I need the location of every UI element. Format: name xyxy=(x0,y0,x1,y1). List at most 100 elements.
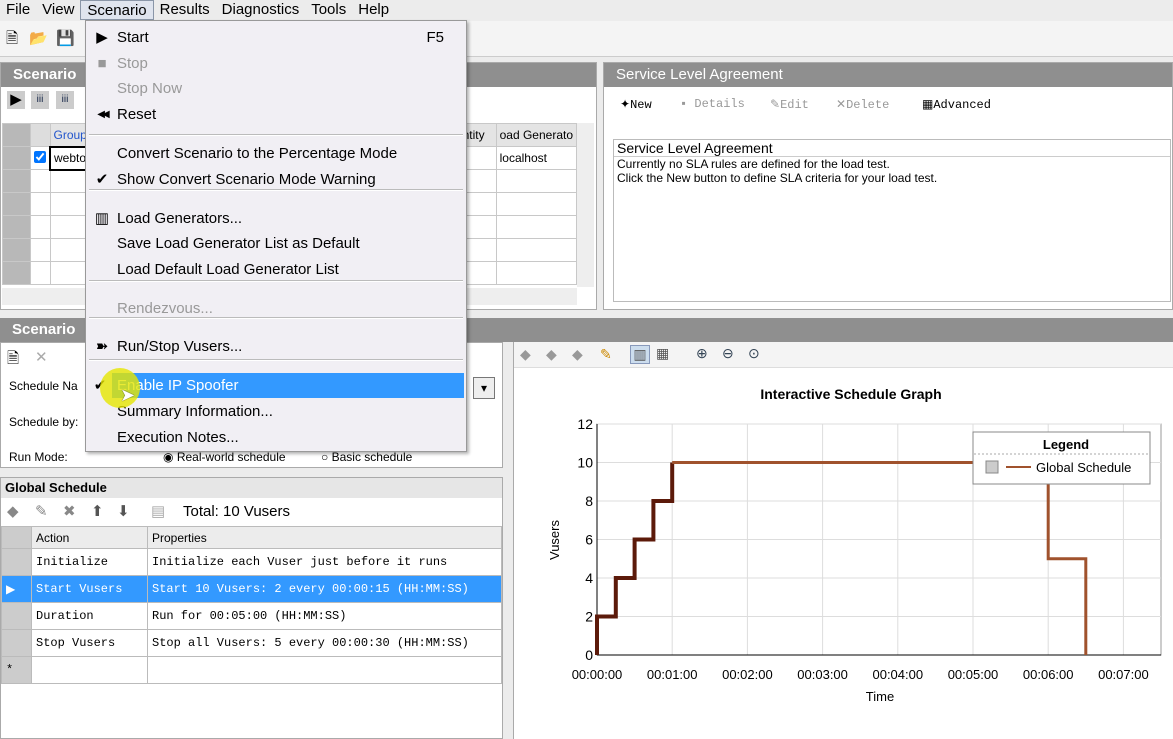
menu-item-summary-information[interactable]: Summary Information... xyxy=(86,399,466,424)
total-vusers: Total: 10 Vusers xyxy=(183,503,290,520)
menu-item-enable-ip-spoofer[interactable]: Enable IP Spoofer✔ xyxy=(94,373,464,398)
legend-title: Legend xyxy=(1043,437,1089,452)
menu-item-run-stop-vusers[interactable]: Run/Stop Vusers... ➽ xyxy=(86,334,466,359)
x-tick-label: 00:01:00 xyxy=(647,667,698,682)
new-scenario-icon[interactable]: 🗎 xyxy=(3,30,21,48)
menu-item-execution-notes[interactable]: Execution Notes... xyxy=(86,425,466,450)
move-up-icon[interactable]: ⬆ xyxy=(91,502,104,520)
mouse-cursor-icon: ➤ xyxy=(120,385,136,405)
schedule-name-dropdown[interactable]: ▾ xyxy=(473,377,495,399)
check-icon: ✔ xyxy=(95,171,109,188)
y-tick-label: 6 xyxy=(585,532,593,548)
menu-item-label: Execution Notes... xyxy=(117,429,239,446)
new-schedule-icon[interactable]: 🗎 xyxy=(7,348,19,373)
load-generator-cell[interactable]: localhost xyxy=(495,146,578,170)
menu-scenario[interactable]: Scenario xyxy=(80,0,154,20)
menu-file[interactable]: File xyxy=(0,0,36,20)
menu-item-stop-now[interactable]: Stop Now xyxy=(86,76,466,101)
legend-checkbox xyxy=(985,460,999,474)
x-tick-label: 00:03:00 xyxy=(797,667,848,682)
y-tick-label: 8 xyxy=(585,493,593,509)
menu-item-load-default-load-generator-list[interactable]: Load Default Load Generator List xyxy=(86,257,466,282)
menu-view[interactable]: View xyxy=(36,0,80,20)
col-action: Action xyxy=(31,526,148,549)
x-tick-label: 00:07:00 xyxy=(1098,667,1149,682)
y-tick-label: 2 xyxy=(585,609,593,625)
menu-item-save-load-generator-list-as-default[interactable]: Save Load Generator List as Default xyxy=(86,231,466,256)
delete-action-icon[interactable]: ✖ xyxy=(63,502,76,520)
menu-item-label: Start xyxy=(117,29,149,46)
schedule-graph-area: ◆ ◆ ◆ ✎ ▥ ▦ ⊕ ⊖ ⊙ 0 2 4 6 8 10 12 00:00:00 00:01… xyxy=(513,342,1173,739)
menu-separator xyxy=(89,359,463,361)
menu-item-label: Summary Information... xyxy=(117,403,273,420)
schedule-name-label: Schedule Na xyxy=(9,379,78,393)
play-icon[interactable]: ▶ xyxy=(7,91,25,109)
group-checkbox[interactable] xyxy=(34,150,46,163)
menu-item-convert-scenario-to-the-percentage-mode[interactable]: Convert Scenario to the Percentage Mode xyxy=(86,141,466,166)
col-properties: Properties xyxy=(147,526,502,549)
properties-icon[interactable]: ▤ xyxy=(151,502,165,520)
schedule-by-label: Schedule by: xyxy=(9,415,79,429)
add-action-icon[interactable]: ◆ xyxy=(7,502,19,520)
shortcut: F5 xyxy=(426,29,444,46)
menu-item-label: Load Generators... xyxy=(117,210,243,227)
y-tick-label: 10 xyxy=(577,455,593,471)
sla-box-title: Service Level Agreement xyxy=(614,140,1170,157)
menu-tools[interactable]: Tools xyxy=(305,0,352,20)
menu-item-load-generators[interactable]: Load Generators... ▥ xyxy=(86,206,466,231)
new-row[interactable]: * xyxy=(1,656,502,684)
menu-help[interactable]: Help xyxy=(352,0,395,20)
col-load-generator[interactable]: oad Generato xyxy=(495,123,578,147)
run-stop-icon: ➽ xyxy=(95,338,109,355)
menu-item-stop[interactable]: Stop ■ xyxy=(86,51,466,76)
run-mode-label: Run Mode: xyxy=(9,450,68,464)
x-tick-label: 00:02:00 xyxy=(722,667,773,682)
menu-item-label: Stop xyxy=(117,55,148,72)
y-tick-label: 12 xyxy=(577,416,593,432)
menu-item-show-convert-scenario-mode-warning[interactable]: Show Convert Scenario Mode Warning ✔ xyxy=(86,167,466,192)
stop-icon: ■ xyxy=(97,55,107,72)
advanced-button[interactable]: ▦Advanced xyxy=(922,97,991,112)
y-axis-label: Vusers xyxy=(547,520,562,560)
chart-title: Interactive Schedule Graph xyxy=(760,386,941,402)
vusers-icon[interactable]: iii xyxy=(31,91,49,109)
menu-bar: File View Scenario Results Diagnostics T… xyxy=(0,0,1173,20)
table-row[interactable]: Duration Run for 00:05:00 (HH:MM:SS) xyxy=(1,602,502,630)
basic-radio[interactable]: ○ Basic schedule xyxy=(321,450,412,464)
x-tick-label: 00:04:00 xyxy=(872,667,923,682)
y-tick-label: 0 xyxy=(585,647,593,663)
open-folder-icon[interactable]: 📂 xyxy=(29,30,48,48)
save-icon[interactable]: 💾 xyxy=(56,30,75,48)
menu-item-label: Show Convert Scenario Mode Warning xyxy=(117,171,376,188)
schedule-chart: 0 2 4 6 8 10 12 00:00:00 00:01:00 00:02:00 00:03:0… xyxy=(547,386,1162,704)
edit-button[interactable]: ✎Edit xyxy=(770,97,809,112)
menu-separator xyxy=(89,134,463,136)
y-tick-label: 4 xyxy=(585,570,593,586)
menu-item-label: Rendezvous... xyxy=(117,300,213,317)
menu-item-label: Load Default Load Generator List xyxy=(117,261,339,278)
menu-item-label: Stop Now xyxy=(117,80,183,97)
real-world-radio[interactable]: ◉ Real-world schedule xyxy=(163,450,286,464)
legend-entry: Global Schedule xyxy=(1036,460,1131,475)
scenario-menu: Start ▶ F5 Stop ■ Stop Now Reset ◀◀ Convert Scen… xyxy=(85,20,467,452)
menu-item-reset[interactable]: Reset ◀◀ xyxy=(86,102,466,127)
menu-item-rendezvous[interactable]: Rendezvous... xyxy=(86,296,466,321)
delete-button[interactable]: ✕Delete xyxy=(836,97,889,112)
vertical-scrollbar[interactable] xyxy=(577,123,594,287)
add-vusers-icon[interactable]: iii xyxy=(56,91,74,109)
details-button[interactable]: ▪ Details xyxy=(680,97,745,111)
panel-title: Service Level Agreement xyxy=(604,63,1172,87)
move-down-icon[interactable]: ⬇ xyxy=(117,502,130,520)
edit-action-icon[interactable]: ✎ xyxy=(35,502,48,520)
menu-item-start[interactable]: Start ▶ F5 xyxy=(86,25,466,50)
table-row[interactable]: Initialize Initialize each Vuser just bef… xyxy=(1,548,502,576)
table-row[interactable]: ▶ Start Vusers Start 10 Vusers: 2 every 00… xyxy=(1,575,502,603)
menu-diagnostics[interactable]: Diagnostics xyxy=(216,0,306,20)
new-sla-button[interactable]: ✦New xyxy=(620,97,652,112)
delete-icon[interactable]: ✕ xyxy=(35,348,48,366)
x-tick-label: 00:06:00 xyxy=(1023,667,1074,682)
global-schedule-table: Action Properties Initialize Initialize ea… xyxy=(1,526,502,684)
table-row[interactable]: Stop Vusers Stop all Vusers: 5 every 00:0… xyxy=(1,629,502,657)
menu-results[interactable]: Results xyxy=(154,0,216,20)
sla-panel: Service Level Agreement ✦New ▪ Details ✎… xyxy=(603,62,1173,310)
